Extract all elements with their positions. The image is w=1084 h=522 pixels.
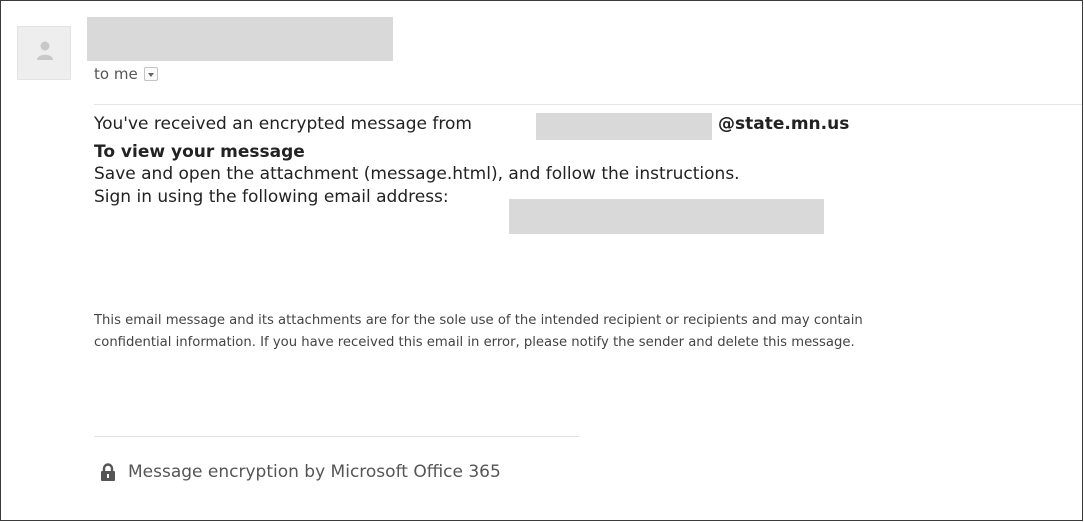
sender-avatar[interactable]	[17, 26, 71, 80]
signin-text: Sign in using the following email addres…	[94, 187, 449, 207]
sender-domain: @state.mn.us	[718, 114, 850, 134]
sender-name-redacted	[87, 17, 393, 61]
chevron-down-icon[interactable]	[143, 67, 158, 81]
disclaimer-line-2: confidential information. If you have re…	[94, 335, 855, 350]
view-heading: To view your message	[94, 142, 305, 162]
encryption-footer: Message encryption by Microsoft Office 3…	[100, 462, 501, 482]
recipient-label: to me	[94, 65, 138, 83]
instructions-text: Save and open the attachment (message.ht…	[94, 164, 740, 184]
sender-address-redacted	[536, 113, 712, 140]
disclaimer: This email message and its attachments a…	[94, 310, 1074, 354]
received-text: You've received an encrypted message fro…	[94, 114, 472, 134]
disclaimer-line-1: This email message and its attachments a…	[94, 313, 863, 328]
person-icon	[37, 41, 53, 60]
encryption-text: Message encryption by Microsoft Office 3…	[128, 462, 501, 482]
email-view: to me You've received an encrypted messa…	[0, 0, 1083, 521]
signin-email-redacted	[509, 199, 824, 234]
header-divider	[94, 104, 1082, 105]
footer-divider	[94, 436, 579, 437]
recipient-line: to me	[94, 65, 158, 83]
lock-icon	[101, 462, 115, 481]
received-line: You've received an encrypted message fro…	[94, 114, 472, 134]
